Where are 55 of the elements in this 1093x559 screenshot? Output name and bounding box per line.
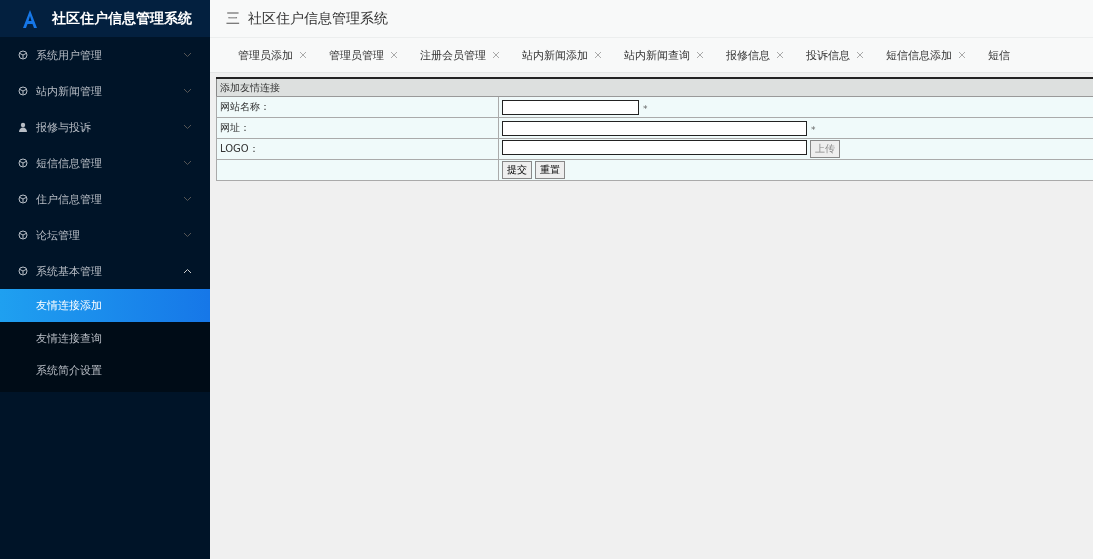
required-mark: * — [643, 103, 648, 114]
page-title: 社区住户信息管理系统 — [248, 9, 388, 28]
cube-icon — [18, 50, 28, 60]
cube-icon — [18, 194, 28, 204]
cube-icon — [18, 86, 28, 96]
form-title: 添加友情连接 — [216, 78, 1093, 97]
tab[interactable]: 站内新闻添加 — [522, 47, 602, 63]
close-icon[interactable] — [958, 51, 966, 59]
sidebar-item[interactable]: 报修与投诉 — [0, 109, 210, 145]
chevron-down-icon — [183, 196, 192, 202]
tab[interactable]: 站内新闻查询 — [624, 47, 704, 63]
chevron-down-icon — [183, 232, 192, 238]
tab[interactable]: 管理员管理 — [329, 47, 398, 63]
input-field[interactable] — [502, 140, 807, 155]
sidebar-item[interactable]: 系统用户管理 — [0, 37, 210, 73]
required-mark: * — [811, 124, 816, 135]
logo-icon — [22, 8, 38, 29]
tab[interactable]: 投诉信息 — [806, 47, 864, 63]
input-field[interactable] — [502, 120, 807, 136]
chevron-down-icon — [183, 160, 192, 166]
chevron-down-icon — [183, 88, 192, 94]
sidebar-item[interactable]: 站内新闻管理 — [0, 73, 210, 109]
field-label: 网址： — [216, 117, 499, 139]
close-icon[interactable] — [696, 51, 704, 59]
chevron-down-icon — [183, 124, 192, 130]
sidebar-item[interactable]: 短信信息管理 — [0, 145, 210, 181]
app-title: 社区住户信息管理系统 — [52, 9, 192, 28]
menu-icon[interactable]: 三 — [226, 9, 240, 28]
user-icon — [18, 122, 28, 132]
chevron-down-icon — [183, 52, 192, 58]
form-button[interactable]: 提交 — [502, 161, 532, 179]
field-label: LOGO： — [216, 138, 499, 160]
close-icon[interactable] — [390, 51, 398, 59]
close-icon[interactable] — [776, 51, 784, 59]
close-icon[interactable] — [856, 51, 864, 59]
sidebar-item[interactable]: 论坛管理 — [0, 217, 210, 253]
chevron-up-icon — [183, 268, 192, 274]
tab[interactable]: 注册会员管理 — [420, 47, 500, 63]
tab[interactable]: 管理员添加 — [238, 47, 307, 63]
cube-icon — [18, 158, 28, 168]
sidebar-subitem[interactable]: 系统简介设置 — [0, 354, 210, 386]
close-icon[interactable] — [299, 51, 307, 59]
tab[interactable]: 报修信息 — [726, 47, 784, 63]
sidebar-subitem[interactable]: 友情连接查询 — [0, 322, 210, 354]
sidebar-item[interactable]: 住户信息管理 — [0, 181, 210, 217]
cube-icon — [18, 266, 28, 276]
close-icon[interactable] — [594, 51, 602, 59]
cube-icon — [18, 230, 28, 240]
input-field[interactable] — [502, 99, 639, 115]
close-icon[interactable] — [492, 51, 500, 59]
sidebar-item[interactable]: 系统基本管理 — [0, 253, 210, 289]
form-button[interactable]: 重置 — [535, 161, 565, 179]
field-label: 网站名称： — [216, 96, 499, 118]
tab[interactable]: 短信 — [988, 47, 1010, 63]
tab[interactable]: 短信信息添加 — [886, 47, 966, 63]
